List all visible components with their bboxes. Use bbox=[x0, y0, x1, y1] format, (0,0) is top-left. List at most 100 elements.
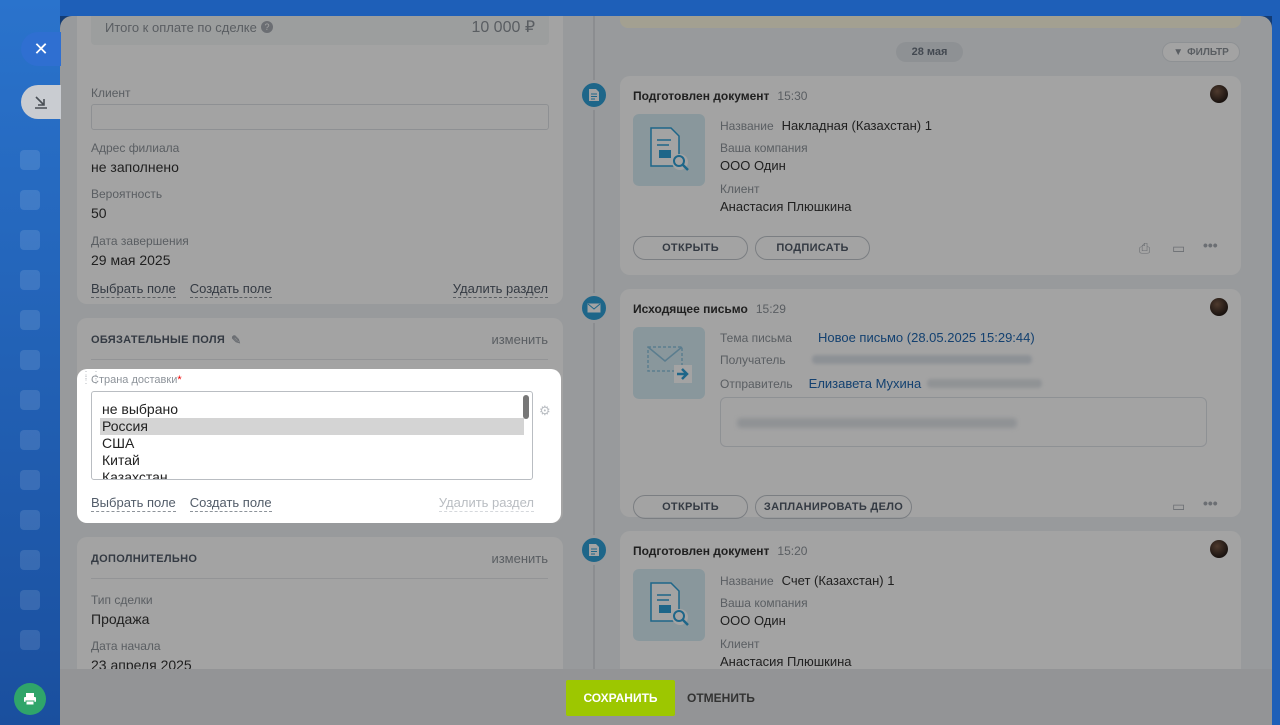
sender-link[interactable]: Елизавета Мухина bbox=[809, 376, 922, 391]
listbox-scrollbar[interactable] bbox=[523, 395, 529, 419]
subject-link[interactable]: Новое письмо (28.05.2025 15:29:44) bbox=[818, 330, 1035, 345]
sidebar-icon bbox=[20, 390, 40, 410]
timeline-line bbox=[593, 16, 595, 725]
item-time: 15:29 bbox=[755, 302, 786, 316]
open-button[interactable]: ОТКРЫТЬ bbox=[633, 236, 748, 260]
total-row: Итого к оплате по сделке ? 10 000 ₽ bbox=[91, 16, 549, 45]
create-field-link[interactable]: Создать поле bbox=[189, 281, 272, 298]
mail-icon bbox=[579, 293, 609, 323]
company-row: Ваша компания ООО Один bbox=[720, 596, 808, 628]
sidebar-icon bbox=[20, 190, 40, 210]
document-icon bbox=[579, 535, 609, 565]
filter-icon: ▼ bbox=[1173, 46, 1184, 58]
note-icon[interactable]: ▭ bbox=[1172, 498, 1185, 515]
sidebar-icon bbox=[20, 470, 40, 490]
create-field-link[interactable]: Создать поле bbox=[189, 495, 272, 512]
redacted-sender bbox=[927, 379, 1043, 388]
email-preview-icon[interactable] bbox=[633, 327, 705, 399]
schedule-task-button[interactable]: ЗАПЛАНИРОВАТЬ ДЕЛО bbox=[755, 495, 912, 519]
option-china[interactable]: Китай bbox=[92, 452, 532, 469]
close-date-field: Дата завершения 29 мая 2025 bbox=[91, 234, 189, 268]
printer-icon[interactable]: ⎙ bbox=[1139, 240, 1150, 257]
field-value: Продажа bbox=[91, 611, 150, 627]
edit-section-link[interactable]: изменить bbox=[491, 551, 548, 566]
document-icon bbox=[579, 80, 609, 110]
printer-icon bbox=[24, 693, 36, 706]
client-row: Клиент Анастасия Плюшкина bbox=[720, 637, 852, 669]
timeline-item: Подготовлен документ 15:30 Название Наклад… bbox=[620, 76, 1241, 275]
select-field-link[interactable]: Выбрать поле bbox=[91, 281, 176, 298]
section-title: ОБЯЗАТЕЛЬНЫЕ ПОЛЯ bbox=[91, 333, 226, 346]
field-label: Дата завершения bbox=[91, 234, 189, 248]
help-icon[interactable]: ? bbox=[261, 21, 273, 33]
field-label: Тип сделки bbox=[91, 593, 153, 607]
option-russia[interactable]: Россия bbox=[100, 418, 524, 435]
delete-section-link[interactable]: Удалить раздел bbox=[452, 281, 548, 298]
avatar bbox=[1210, 298, 1228, 316]
sidebar-icon bbox=[20, 630, 40, 650]
sidebar-icon bbox=[20, 550, 40, 570]
save-button[interactable]: СОХРАНИТЬ bbox=[566, 680, 675, 716]
branch-address-field: Адрес филиала не заполнено bbox=[91, 141, 179, 175]
document-preview-icon[interactable] bbox=[633, 569, 705, 641]
filter-label: ФИЛЬТР bbox=[1187, 46, 1229, 58]
item-title: Подготовлен документ 15:20 bbox=[633, 544, 808, 558]
option-none[interactable]: не выбрано bbox=[92, 401, 532, 418]
delivery-country-select[interactable]: не выбрано Россия США Китай Казахстан bbox=[91, 391, 533, 480]
filter-button[interactable]: ▼ ФИЛЬТР bbox=[1162, 42, 1240, 62]
sender-row: Отправитель Елизавета Мухина bbox=[720, 376, 1043, 391]
company-row: Ваша компания ООО Один bbox=[720, 141, 808, 173]
section-header: ДОПОЛНИТЕЛЬНО изменить bbox=[91, 551, 548, 566]
client-row: Клиент Анастасия Плюшкина bbox=[720, 182, 852, 214]
probability-field: Вероятность 50 bbox=[91, 187, 162, 221]
item-time: 15:20 bbox=[777, 544, 808, 558]
client-field: Клиент bbox=[91, 86, 549, 130]
cancel-button[interactable]: ОТМЕНИТЬ bbox=[687, 680, 755, 716]
sidebar-icon bbox=[20, 430, 40, 450]
print-fab[interactable] bbox=[14, 683, 46, 715]
start-date-field: Дата начала 23 апреля 2025 bbox=[91, 639, 192, 673]
delivery-country-label: Страна доставки* bbox=[91, 374, 182, 386]
option-kazakhstan[interactable]: Казахстан bbox=[92, 469, 532, 479]
sidebar-icon bbox=[20, 590, 40, 610]
close-slider-button[interactable]: ✕ bbox=[21, 32, 61, 66]
document-preview-icon[interactable] bbox=[633, 114, 705, 186]
more-icon[interactable]: ••• bbox=[1203, 237, 1218, 253]
option-usa[interactable]: США bbox=[92, 435, 532, 452]
sign-button[interactable]: ПОДПИСАТЬ bbox=[755, 236, 870, 260]
email-preview-box[interactable] bbox=[720, 397, 1207, 447]
more-icon[interactable]: ••• bbox=[1203, 495, 1218, 511]
redacted-recipient bbox=[811, 355, 1032, 364]
sidebar-icon bbox=[20, 310, 40, 330]
open-button[interactable]: ОТКРЫТЬ bbox=[633, 495, 748, 519]
divider bbox=[91, 359, 548, 360]
note-icon[interactable]: ▭ bbox=[1172, 240, 1185, 257]
field-label: Вероятность bbox=[91, 187, 163, 201]
sidebar-icon bbox=[20, 270, 40, 290]
pencil-icon[interactable]: ✎ bbox=[231, 333, 241, 347]
section-title: ДОПОЛНИТЕЛЬНО bbox=[91, 552, 198, 565]
collapse-slider-button[interactable] bbox=[21, 85, 61, 119]
total-label: Итого к оплате по сделке bbox=[105, 20, 257, 35]
minimize-icon bbox=[35, 96, 47, 109]
doc-name-row: Название Накладная (Казахстан) 1 bbox=[720, 118, 932, 133]
recipient-row: Получатель bbox=[720, 353, 1032, 367]
delete-section-link[interactable]: Удалить раздел bbox=[438, 495, 534, 512]
select-field-link[interactable]: Выбрать поле bbox=[91, 495, 176, 512]
gear-icon[interactable]: ⚙ bbox=[539, 403, 551, 419]
sidebar-icon bbox=[20, 510, 40, 530]
close-icon: ✕ bbox=[33, 38, 49, 59]
client-input[interactable] bbox=[91, 104, 549, 130]
delivery-country-card: ⋮⋮ ⋮⋮ Страна доставки* не выбрано Россия … bbox=[77, 369, 561, 523]
deal-type-field: Тип сделки Продажа bbox=[91, 593, 153, 627]
doc-name-row: Название Счет (Казахстан) 1 bbox=[720, 573, 895, 588]
timeline-note bbox=[620, 16, 1241, 28]
edit-section-link[interactable]: изменить bbox=[491, 332, 548, 347]
sidebar-icon bbox=[20, 230, 40, 250]
section-actions: Выбрать поле Создать поле Удалить раздел bbox=[91, 281, 548, 298]
section-header: ОБЯЗАТЕЛЬНЫЕ ПОЛЯ ✎ изменить bbox=[91, 332, 548, 347]
item-title: Подготовлен документ 15:30 bbox=[633, 89, 808, 103]
main-section-card: Итого к оплате по сделке ? 10 000 ₽ Клие… bbox=[77, 16, 563, 304]
avatar bbox=[1210, 540, 1228, 558]
sidebar-icon bbox=[20, 350, 40, 370]
